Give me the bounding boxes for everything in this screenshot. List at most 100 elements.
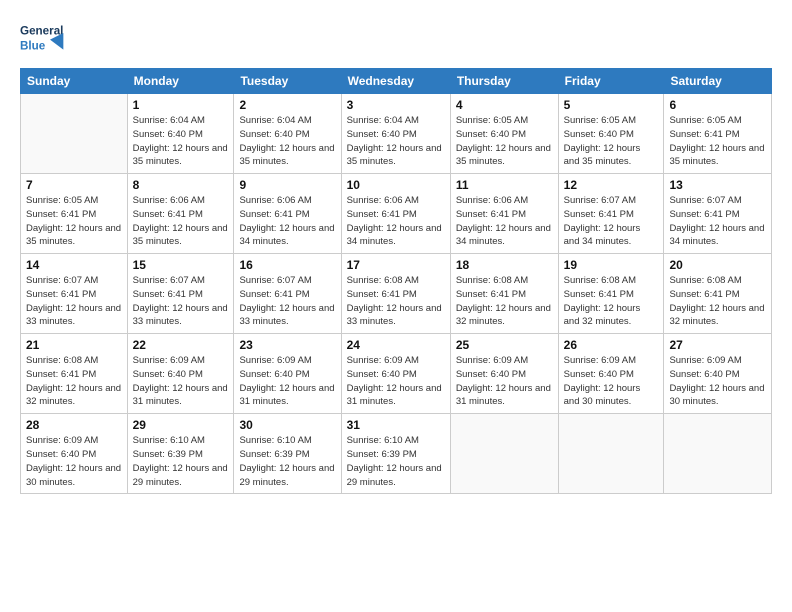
day-info: Sunrise: 6:09 AMSunset: 6:40 PMDaylight:… (26, 434, 122, 489)
calendar-cell: 24 Sunrise: 6:09 AMSunset: 6:40 PMDayligh… (341, 334, 450, 414)
day-header-tuesday: Tuesday (234, 69, 341, 94)
calendar-cell: 7 Sunrise: 6:05 AMSunset: 6:41 PMDaylight… (21, 174, 128, 254)
day-info: Sunrise: 6:10 AMSunset: 6:39 PMDaylight:… (239, 434, 335, 489)
calendar-body: 1 Sunrise: 6:04 AMSunset: 6:40 PMDaylight… (21, 94, 772, 494)
day-header-friday: Friday (558, 69, 664, 94)
day-number: 26 (564, 338, 659, 352)
week-row-3: 21Sunrise: 6:08 AMSunset: 6:41 PMDayligh… (21, 334, 772, 414)
day-number: 5 (564, 98, 659, 112)
day-info: Sunrise: 6:06 AMSunset: 6:41 PMDaylight:… (347, 194, 445, 249)
day-header-saturday: Saturday (664, 69, 772, 94)
logo: General Blue (20, 18, 70, 58)
day-number: 31 (347, 418, 445, 432)
calendar-cell: 28 Sunrise: 6:09 AMSunset: 6:40 PMDayligh… (21, 414, 128, 494)
calendar-cell: 9 Sunrise: 6:06 AMSunset: 6:41 PMDaylight… (234, 174, 341, 254)
calendar-cell: 11 Sunrise: 6:06 AMSunset: 6:41 PMDayligh… (450, 174, 558, 254)
day-info: Sunrise: 6:05 AMSunset: 6:41 PMDaylight:… (669, 114, 766, 169)
calendar-cell: 30Sunrise: 6:10 AMSunset: 6:39 PMDayligh… (234, 414, 341, 494)
calendar-cell: 20 Sunrise: 6:08 AMSunset: 6:41 PMDayligh… (664, 254, 772, 334)
calendar-cell: 21Sunrise: 6:08 AMSunset: 6:41 PMDayligh… (21, 334, 128, 414)
day-number: 9 (239, 178, 335, 192)
day-number: 1 (133, 98, 229, 112)
calendar-cell: 15Sunrise: 6:07 AMSunset: 6:41 PMDayligh… (127, 254, 234, 334)
day-number: 16 (239, 258, 335, 272)
day-info: Sunrise: 6:05 AMSunset: 6:40 PMDaylight:… (456, 114, 553, 169)
day-header-thursday: Thursday (450, 69, 558, 94)
day-number: 27 (669, 338, 766, 352)
calendar-cell (664, 414, 772, 494)
calendar-cell: 29Sunrise: 6:10 AMSunset: 6:39 PMDayligh… (127, 414, 234, 494)
header: General Blue (20, 18, 772, 58)
calendar-cell (21, 94, 128, 174)
calendar-cell: 5 Sunrise: 6:05 AMSunset: 6:40 PMDaylight… (558, 94, 664, 174)
calendar-header: SundayMondayTuesdayWednesdayThursdayFrid… (21, 69, 772, 94)
calendar-cell: 1Sunrise: 6:04 AMSunset: 6:40 PMDaylight… (127, 94, 234, 174)
day-number: 28 (26, 418, 122, 432)
calendar-cell: 13 Sunrise: 6:07 AMSunset: 6:41 PMDayligh… (664, 174, 772, 254)
calendar-cell (558, 414, 664, 494)
calendar-table: SundayMondayTuesdayWednesdayThursdayFrid… (20, 68, 772, 494)
day-info: Sunrise: 6:05 AMSunset: 6:40 PMDaylight:… (564, 114, 659, 169)
day-info: Sunrise: 6:09 AMSunset: 6:40 PMDaylight:… (239, 354, 335, 409)
calendar-cell (450, 414, 558, 494)
day-number: 17 (347, 258, 445, 272)
day-number: 25 (456, 338, 553, 352)
day-number: 8 (133, 178, 229, 192)
day-number: 13 (669, 178, 766, 192)
day-info: Sunrise: 6:06 AMSunset: 6:41 PMDaylight:… (133, 194, 229, 249)
week-row-1: 7 Sunrise: 6:05 AMSunset: 6:41 PMDaylight… (21, 174, 772, 254)
day-number: 14 (26, 258, 122, 272)
days-header-row: SundayMondayTuesdayWednesdayThursdayFrid… (21, 69, 772, 94)
day-number: 6 (669, 98, 766, 112)
day-number: 24 (347, 338, 445, 352)
calendar-cell: 23 Sunrise: 6:09 AMSunset: 6:40 PMDayligh… (234, 334, 341, 414)
week-row-4: 28 Sunrise: 6:09 AMSunset: 6:40 PMDayligh… (21, 414, 772, 494)
day-number: 21 (26, 338, 122, 352)
day-info: Sunrise: 6:07 AMSunset: 6:41 PMDaylight:… (133, 274, 229, 329)
day-number: 22 (133, 338, 229, 352)
day-info: Sunrise: 6:07 AMSunset: 6:41 PMDaylight:… (239, 274, 335, 329)
calendar-cell: 6 Sunrise: 6:05 AMSunset: 6:41 PMDaylight… (664, 94, 772, 174)
day-info: Sunrise: 6:06 AMSunset: 6:41 PMDaylight:… (456, 194, 553, 249)
day-info: Sunrise: 6:10 AMSunset: 6:39 PMDaylight:… (133, 434, 229, 489)
calendar-cell: 18Sunrise: 6:08 AMSunset: 6:41 PMDayligh… (450, 254, 558, 334)
svg-text:Blue: Blue (20, 40, 46, 53)
day-info: Sunrise: 6:10 AMSunset: 6:39 PMDaylight:… (347, 434, 445, 489)
day-header-wednesday: Wednesday (341, 69, 450, 94)
day-number: 4 (456, 98, 553, 112)
day-info: Sunrise: 6:08 AMSunset: 6:41 PMDaylight:… (456, 274, 553, 329)
day-info: Sunrise: 6:09 AMSunset: 6:40 PMDaylight:… (133, 354, 229, 409)
calendar-cell: 2Sunrise: 6:04 AMSunset: 6:40 PMDaylight… (234, 94, 341, 174)
day-info: Sunrise: 6:06 AMSunset: 6:41 PMDaylight:… (239, 194, 335, 249)
calendar-cell: 3Sunrise: 6:04 AMSunset: 6:40 PMDaylight… (341, 94, 450, 174)
day-info: Sunrise: 6:08 AMSunset: 6:41 PMDaylight:… (669, 274, 766, 329)
calendar-cell: 26 Sunrise: 6:09 AMSunset: 6:40 PMDayligh… (558, 334, 664, 414)
day-number: 19 (564, 258, 659, 272)
week-row-0: 1 Sunrise: 6:04 AMSunset: 6:40 PMDaylight… (21, 94, 772, 174)
calendar-cell: 25Sunrise: 6:09 AMSunset: 6:40 PMDayligh… (450, 334, 558, 414)
day-info: Sunrise: 6:09 AMSunset: 6:40 PMDaylight:… (347, 354, 445, 409)
day-number: 11 (456, 178, 553, 192)
day-info: Sunrise: 6:07 AMSunset: 6:41 PMDaylight:… (669, 194, 766, 249)
calendar-cell: 31 Sunrise: 6:10 AMSunset: 6:39 PMDayligh… (341, 414, 450, 494)
week-row-2: 14 Sunrise: 6:07 AMSunset: 6:41 PMDayligh… (21, 254, 772, 334)
day-info: Sunrise: 6:05 AMSunset: 6:41 PMDaylight:… (26, 194, 122, 249)
day-header-sunday: Sunday (21, 69, 128, 94)
calendar-cell: 19 Sunrise: 6:08 AMSunset: 6:41 PMDayligh… (558, 254, 664, 334)
day-number: 7 (26, 178, 122, 192)
day-number: 12 (564, 178, 659, 192)
day-info: Sunrise: 6:08 AMSunset: 6:41 PMDaylight:… (564, 274, 659, 329)
page: General Blue SundayMondayTuesdayWednesda… (0, 0, 792, 612)
day-header-monday: Monday (127, 69, 234, 94)
calendar-cell: 14Sunrise: 6:07 AMSunset: 6:41 PMDayligh… (21, 254, 128, 334)
day-info: Sunrise: 6:04 AMSunset: 6:40 PMDaylight:… (239, 114, 335, 169)
calendar-cell: 22 Sunrise: 6:09 AMSunset: 6:40 PMDayligh… (127, 334, 234, 414)
calendar-cell: 27 Sunrise: 6:09 AMSunset: 6:40 PMDayligh… (664, 334, 772, 414)
calendar-cell: 17Sunrise: 6:08 AMSunset: 6:41 PMDayligh… (341, 254, 450, 334)
day-info: Sunrise: 6:09 AMSunset: 6:40 PMDaylight:… (564, 354, 659, 409)
day-info: Sunrise: 6:09 AMSunset: 6:40 PMDaylight:… (669, 354, 766, 409)
calendar-cell: 4 Sunrise: 6:05 AMSunset: 6:40 PMDaylight… (450, 94, 558, 174)
day-number: 23 (239, 338, 335, 352)
calendar-cell: 10Sunrise: 6:06 AMSunset: 6:41 PMDayligh… (341, 174, 450, 254)
day-number: 20 (669, 258, 766, 272)
